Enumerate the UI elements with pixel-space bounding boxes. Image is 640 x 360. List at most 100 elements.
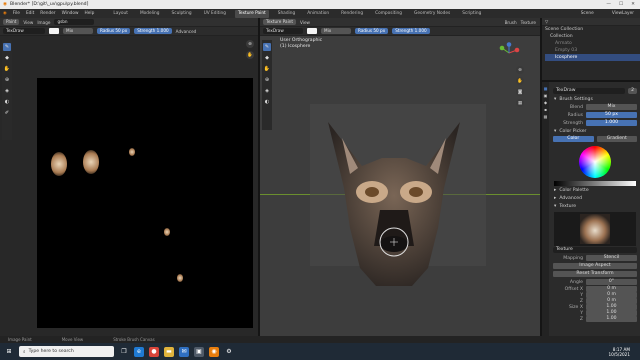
vp-fill-tool-icon[interactable]: ◈ (263, 87, 271, 95)
blend-mode-dropdown[interactable]: Mix (63, 28, 93, 34)
outliner-item-icosphere[interactable]: Icosphere (545, 54, 640, 61)
mail-icon[interactable]: ✉ (179, 346, 189, 357)
navigation-gizmo[interactable] (498, 42, 520, 64)
brush-settings-panel[interactable]: ▾ Brush Settings (550, 95, 640, 103)
explorer-icon[interactable]: ▬ (164, 346, 174, 357)
texture-name-field[interactable]: Texture (553, 247, 637, 253)
fill-tool-icon[interactable]: ◈ (3, 87, 11, 95)
vp-clone-tool-icon[interactable]: ⊕ (263, 76, 271, 84)
dog-head-mesh[interactable] (324, 118, 464, 290)
blender-taskbar-icon[interactable]: ◉ (209, 346, 219, 357)
outliner-item-empty[interactable]: Empty 03 (545, 47, 640, 54)
view-menu[interactable]: View (23, 20, 33, 25)
outliner-item-collection[interactable]: Collection (545, 33, 640, 40)
ortho-toggle-icon[interactable]: ▦ (516, 99, 524, 107)
tab-rendering[interactable]: Rendering (338, 10, 366, 18)
brush-panel-tab[interactable]: Brush (505, 20, 517, 25)
task-view-icon[interactable]: ❐ (119, 347, 129, 357)
camera-view-icon[interactable]: ◙ (516, 88, 524, 96)
color-wheel[interactable] (579, 146, 611, 178)
texture-panel-tab[interactable]: Texture (521, 20, 540, 25)
angle-field[interactable]: 0° (586, 279, 637, 285)
texture-panel[interactable]: ▾ Texture (550, 202, 640, 210)
scene-tab-icon[interactable]: ◆ (544, 100, 547, 105)
advanced-panel[interactable]: ▸ Advanced (550, 194, 640, 202)
menu-window[interactable]: Window (62, 11, 79, 16)
windows-start-icon[interactable]: ⊞ (4, 347, 14, 357)
brush-color-swatch[interactable] (49, 28, 59, 34)
annotate-tool-icon[interactable]: ✐ (3, 109, 11, 117)
blender-menu-icon[interactable]: ◉ (3, 11, 7, 16)
tab-compositing[interactable]: Compositing (372, 10, 405, 18)
image-aspect-button[interactable]: Image Aspect (553, 263, 637, 269)
viewport-zoom-icon[interactable]: ⊕ (516, 66, 524, 74)
settings-icon[interactable]: ⚙ (224, 347, 234, 357)
texture-preview[interactable] (554, 212, 636, 246)
tab-texture-paint[interactable]: Texture Paint (235, 9, 269, 18)
image-name-field[interactable]: gsbn (54, 19, 95, 25)
tab-modeling[interactable]: Modeling (137, 10, 163, 18)
blend-dropdown[interactable]: Mix (586, 104, 637, 110)
viewport-radius-field[interactable]: Radius 50 px (355, 28, 389, 34)
tool-tab-icon[interactable]: ■ (544, 86, 548, 91)
taskbar-search-box[interactable]: ⌕ Type here to search (19, 346, 114, 357)
outliner-item-armature[interactable]: Armato (545, 40, 640, 47)
viewport-brush-selector[interactable]: TexDraw (263, 28, 303, 34)
outliner-filter-icon[interactable]: ▽ (545, 19, 548, 24)
viewport-strength-field[interactable]: Strength 1.000 (392, 28, 430, 34)
tab-geometry-nodes[interactable]: Geometry Nodes (411, 10, 453, 18)
object-tab-icon[interactable]: ▪ (544, 107, 547, 112)
close-button[interactable]: ✕ (631, 2, 635, 7)
clone-tool-icon[interactable]: ⊕ (3, 76, 11, 84)
size-z-field[interactable]: 1.00 (586, 316, 637, 322)
strength-field[interactable]: Strength 1.000 (134, 28, 172, 34)
vp-mask-tool-icon[interactable]: ◐ (263, 98, 271, 106)
taskbar-clock[interactable]: 8:17 AM 10/5/2021 (609, 347, 640, 357)
gradient-tab[interactable]: Gradient (596, 136, 637, 142)
edge-icon[interactable]: e (134, 346, 144, 357)
scene-selector[interactable]: Scene (581, 11, 594, 16)
image-menu[interactable]: Image (37, 20, 50, 25)
tab-shading[interactable]: Shading (275, 10, 298, 18)
menu-render[interactable]: Render (40, 11, 55, 16)
viewport-color-swatch[interactable] (307, 28, 317, 34)
tab-animation[interactable]: Animation (304, 10, 332, 18)
brush-user-count[interactable]: 2 (628, 88, 637, 94)
maximize-button[interactable]: ☐ (619, 2, 623, 7)
tab-sculpting[interactable]: Sculpting (169, 10, 195, 18)
paint-mode-dropdown[interactable]: Paint (3, 19, 20, 25)
reset-transform-button[interactable]: Reset Transform (553, 271, 637, 277)
mapping-dropdown[interactable]: Stencil (586, 255, 637, 261)
brush-datablock-field[interactable]: TexDraw (553, 88, 626, 94)
advanced-menu[interactable]: Advanced (176, 29, 197, 34)
tab-uv-editing[interactable]: UV Editing (201, 10, 229, 18)
color-tab[interactable]: Color (553, 136, 594, 142)
mask-tool-icon[interactable]: ◐ (3, 98, 11, 106)
prop-strength-field[interactable]: 1.000 (586, 120, 637, 126)
color-picker-panel[interactable]: ▾ Color Picker (550, 127, 640, 135)
smear-tool-icon[interactable]: ✋ (3, 65, 11, 73)
chrome-icon[interactable]: ● (149, 346, 159, 357)
tab-scripting[interactable]: Scripting (459, 10, 484, 18)
vp-smear-tool-icon[interactable]: ✋ (263, 65, 271, 73)
color-palette-panel[interactable]: ▸ Color Palette (550, 186, 640, 194)
viewport-pan-icon[interactable]: ✋ (516, 77, 524, 85)
minimize-button[interactable]: — (606, 2, 611, 7)
texture-tab-icon[interactable]: ▩ (544, 114, 548, 119)
zoom-icon[interactable]: ⊕ (246, 40, 254, 48)
brush-selector[interactable]: TexDraw (3, 28, 45, 34)
image-canvas[interactable] (37, 78, 253, 328)
vp-soften-tool-icon[interactable]: ◆ (263, 54, 271, 62)
radius-field[interactable]: Radius 50 px (97, 28, 131, 34)
viewport-blend-dropdown[interactable]: Mix (321, 28, 351, 34)
tab-layout[interactable]: Layout (110, 10, 131, 18)
draw-tool-icon[interactable]: ✎ (3, 43, 11, 51)
menu-file[interactable]: File (13, 11, 20, 16)
outliner-scene-collection[interactable]: Scene Collection (545, 26, 640, 33)
view-layer-selector[interactable]: ViewLayer (612, 11, 634, 16)
menu-help[interactable]: Help (85, 11, 95, 16)
pan-hand-icon[interactable]: ✋ (246, 51, 254, 59)
soften-tool-icon[interactable]: ◆ (3, 54, 11, 62)
vp-draw-tool-icon[interactable]: ✎ (263, 43, 271, 51)
render-tab-icon[interactable]: ▣ (544, 93, 548, 98)
